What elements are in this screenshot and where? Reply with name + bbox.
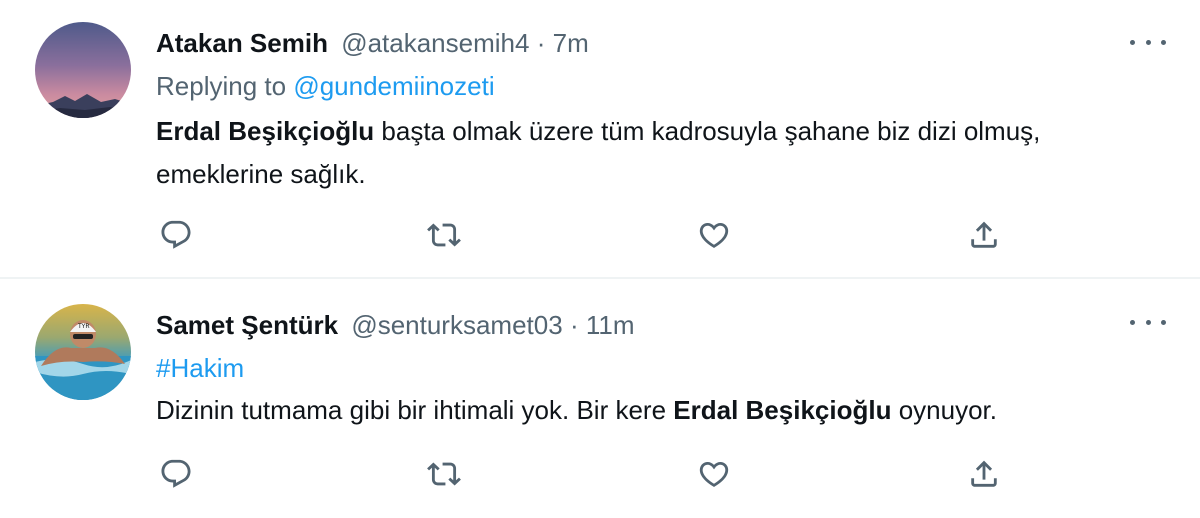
like-icon: [699, 222, 729, 248]
author-name[interactable]: Samet Şentürk: [156, 310, 338, 340]
hashtag-link[interactable]: #Hakim: [156, 353, 244, 383]
tweet-header: Samet Şentürk @senturksamet03 · 11m: [156, 309, 635, 341]
bold-mention: Erdal Beşikçioğlu: [156, 116, 375, 146]
reply-icon: [161, 220, 191, 249]
more-dot: [1161, 39, 1166, 45]
retweet-button[interactable]: [424, 454, 464, 494]
action-bar: [156, 454, 1016, 494]
replying-handle-link[interactable]: @gundemiinozeti: [293, 71, 494, 101]
tweet-text-post: oynuyor.: [891, 395, 997, 425]
tweet[interactable]: TYR Samet Şentürk @senturksamet03 · 11m …: [0, 280, 1200, 518]
share-button[interactable]: [964, 215, 1004, 255]
cap-logo: TYR: [77, 323, 90, 330]
avatar-image: TYR: [35, 304, 131, 400]
like-button[interactable]: [694, 215, 734, 255]
replying-to: Replying to @gundemiinozeti: [156, 66, 495, 106]
more-dot: [1130, 319, 1135, 325]
retweet-icon: [427, 223, 461, 247]
more-dot: [1145, 319, 1151, 325]
retweet-icon: [427, 462, 461, 486]
like-icon: [699, 461, 729, 487]
reply-button[interactable]: [156, 215, 196, 255]
avatar-image: [35, 22, 131, 118]
share-icon: [971, 460, 997, 487]
tweet-text: Dizinin tutmama gibi bir ihtimali yok. B…: [156, 390, 997, 430]
author-name[interactable]: Atakan Semih: [156, 28, 328, 58]
reply-button[interactable]: [156, 454, 196, 494]
more-icon[interactable]: [1130, 32, 1166, 52]
hashtag-line: #Hakim: [156, 348, 244, 388]
author-handle[interactable]: @senturksamet03: [351, 310, 562, 340]
timestamp[interactable]: 11m: [586, 310, 635, 340]
retweet-button[interactable]: [424, 215, 464, 255]
tweet-text: Erdal Beşikçioğlu başta olmak üzere tüm …: [156, 110, 1166, 196]
like-button[interactable]: [694, 454, 734, 494]
share-icon: [971, 221, 997, 248]
more-dot: [1161, 319, 1166, 325]
reply-icon: [161, 459, 191, 488]
author-handle[interactable]: @atakansemih4: [341, 28, 529, 58]
timestamp[interactable]: 7m: [553, 28, 589, 58]
tweet-text-pre: Dizinin tutmama gibi bir ihtimali yok. B…: [156, 395, 674, 425]
avatar[interactable]: TYR: [35, 304, 131, 400]
avatar[interactable]: [35, 22, 131, 118]
action-bar: [156, 215, 1016, 255]
tweet[interactable]: Atakan Semih @atakansemih4 · 7m Replying…: [0, 0, 1200, 279]
bold-mention: Erdal Beşikçioğlu: [673, 395, 892, 425]
separator-dot: ·: [569, 310, 579, 340]
tweet-header: Atakan Semih @atakansemih4 · 7m: [156, 27, 589, 59]
more-dot: [1145, 39, 1151, 45]
replying-prefix: Replying to: [156, 71, 287, 101]
share-button[interactable]: [964, 454, 1004, 494]
separator-dot: ·: [536, 28, 546, 58]
more-dot: [1130, 39, 1135, 45]
more-icon[interactable]: [1130, 312, 1166, 332]
